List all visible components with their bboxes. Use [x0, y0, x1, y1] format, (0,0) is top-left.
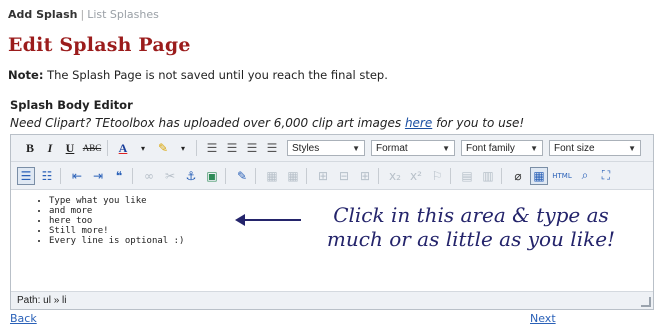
add-splash-link[interactable]: Add Splash — [8, 8, 77, 21]
note-text: The Splash Page is not saved until you r… — [47, 68, 388, 82]
element-path: Path: ul » li — [17, 295, 67, 306]
italic-button[interactable]: I — [41, 139, 59, 157]
toolbar-divider — [60, 167, 61, 184]
fullscreen-icon[interactable]: ⛶ — [597, 167, 615, 185]
image-icon[interactable]: ▣ — [203, 167, 221, 185]
next-link[interactable]: Next — [530, 312, 556, 325]
note: Note: The Splash Page is not saved until… — [8, 68, 388, 82]
font-size-select[interactable]: Font size ▼ — [549, 140, 641, 156]
edit-icon[interactable]: ✎ — [233, 167, 251, 185]
toolbar-divider — [196, 140, 197, 156]
toolbar-divider — [306, 167, 307, 184]
highlight-color-icon[interactable]: ✎ — [154, 139, 172, 157]
callout-text: Click in this area & type as much or as … — [326, 203, 616, 251]
split-cells-icon[interactable]: ▤ — [458, 167, 476, 185]
toolbar-divider — [107, 140, 108, 156]
font-family-select[interactable]: Font family ▼ — [461, 140, 543, 156]
note-label: Note: — [8, 68, 44, 82]
strikethrough-button[interactable]: ABC — [81, 139, 103, 157]
underline-button[interactable]: U — [61, 139, 79, 157]
align-justify-icon[interactable]: ☰ — [263, 139, 281, 157]
remove-format-icon[interactable]: ⌀ — [509, 167, 527, 185]
page-title: Edit Splash Page — [8, 34, 191, 56]
blockquote-icon[interactable]: ❝ — [110, 167, 128, 185]
back-link[interactable]: Back — [10, 312, 37, 325]
clipart-link[interactable]: here — [405, 116, 432, 130]
align-center-icon[interactable]: ☰ — [223, 139, 241, 157]
insert-row-icon[interactable]: ⊞ — [314, 167, 332, 185]
font-size-select-label: Font size — [554, 142, 595, 154]
anchor-icon[interactable]: ⚓ — [182, 167, 200, 185]
cleanup-icon[interactable]: ⚐ — [428, 167, 446, 185]
align-left-icon[interactable]: ☰ — [203, 139, 221, 157]
top-links: Add Splash | List Splashes — [8, 8, 159, 21]
editor-toolbar-1: B I U ABC A ▾ ✎ ▾ ☰ ☰ ☰ ☰ Styles ▼ Format… — [11, 135, 653, 162]
insert-col-icon[interactable]: ⊞ — [356, 167, 374, 185]
delete-row-icon[interactable]: ⊟ — [335, 167, 353, 185]
toolbar-divider — [378, 167, 379, 184]
html-icon[interactable]: HTML — [551, 167, 573, 185]
table-props-icon[interactable]: ▦ — [284, 167, 302, 185]
styles-select[interactable]: Styles ▼ — [287, 140, 365, 156]
list-splashes-link[interactable]: List Splashes — [87, 8, 159, 21]
bullet-list-icon[interactable]: ☰ — [17, 166, 35, 185]
bold-button[interactable]: B — [21, 139, 39, 157]
clipart-prefix: Need Clipart? TEtoolbox has uploaded ove… — [10, 116, 402, 130]
clipart-promo: Need Clipart? TEtoolbox has uploaded ove… — [10, 116, 524, 130]
chevron-down-icon: ▼ — [442, 143, 450, 153]
format-select[interactable]: Format ▼ — [371, 140, 455, 156]
resize-handle-icon[interactable] — [641, 297, 651, 307]
unlink-icon[interactable]: ✂ — [161, 167, 179, 185]
table-icon[interactable]: ▦ — [263, 167, 281, 185]
font-color-dropdown-icon[interactable]: ▾ — [134, 139, 152, 157]
editor-statusbar: Path: ul » li — [11, 291, 653, 309]
editor-toolbar-2: ☰ ☷ ⇤ ⇥ ❝ ∞ ✂ ⚓ ▣ ✎ ▦ ▦ ⊞ ⊟ ⊞ x₂ x² ⚐ ▤ … — [11, 162, 653, 190]
preview-icon[interactable]: ⌕ — [576, 167, 594, 185]
font-family-select-label: Font family — [466, 142, 515, 154]
arrow-line — [243, 219, 301, 221]
toolbar-divider — [255, 167, 256, 184]
align-right-icon[interactable]: ☰ — [243, 139, 261, 157]
subscript-icon[interactable]: x₂ — [386, 167, 404, 185]
chevron-down-icon: ▼ — [530, 143, 538, 153]
styles-select-label: Styles — [292, 142, 320, 154]
toolbar-divider — [450, 167, 451, 184]
superscript-icon[interactable]: x² — [407, 167, 425, 185]
toolbar-divider — [501, 167, 502, 184]
rich-text-editor[interactable]: B I U ABC A ▾ ✎ ▾ ☰ ☰ ☰ ☰ Styles ▼ Format… — [10, 134, 654, 310]
outdent-icon[interactable]: ⇤ — [68, 167, 86, 185]
clipart-suffix: for you to use! — [436, 116, 525, 130]
toolbar-divider — [132, 167, 133, 184]
top-links-separator: | — [80, 8, 85, 21]
highlight-dropdown-icon[interactable]: ▾ — [174, 139, 192, 157]
visual-aid-icon[interactable]: ▦ — [530, 166, 548, 185]
merge-cells-icon[interactable]: ▥ — [479, 167, 497, 185]
indent-icon[interactable]: ⇥ — [89, 167, 107, 185]
numbered-list-icon[interactable]: ☷ — [38, 167, 56, 185]
link-icon[interactable]: ∞ — [140, 167, 158, 185]
toolbar-divider — [225, 167, 226, 184]
font-color-button[interactable]: A — [114, 139, 132, 157]
editor-heading: Splash Body Editor — [10, 98, 133, 112]
chevron-down-icon: ▼ — [628, 143, 636, 153]
chevron-down-icon: ▼ — [352, 143, 360, 153]
format-select-label: Format — [376, 142, 408, 154]
